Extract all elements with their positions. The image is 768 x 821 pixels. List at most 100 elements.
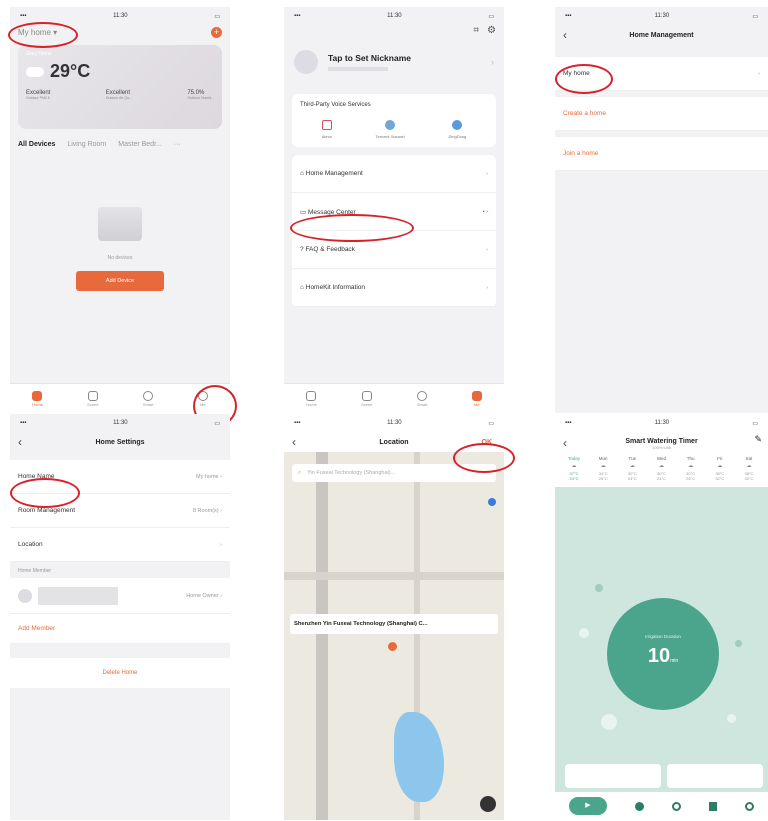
location-pin-icon bbox=[388, 642, 397, 651]
home-icon bbox=[32, 390, 43, 401]
member-name-redacted bbox=[38, 586, 118, 605]
stat: 75.0% Outdoor Humid... bbox=[187, 90, 214, 100]
voice-service-dingdong[interactable]: DingDong bbox=[448, 120, 466, 139]
tab-home[interactable]: Home bbox=[32, 390, 43, 407]
scene-icon bbox=[87, 390, 98, 401]
empty-text: No devices bbox=[107, 255, 133, 261]
temperature: 29°C bbox=[50, 61, 91, 81]
tab-living-room[interactable]: Living Room bbox=[67, 141, 106, 148]
map-view[interactable]: ⌕ Yin Fuxeai Technology (Shanghai)... She… bbox=[284, 452, 504, 820]
add-member-link[interactable]: Add Member bbox=[10, 614, 230, 644]
screen-home: ▪▪▪ 11:30 ▭ My home ▾ + Grey Home 29°C Exc… bbox=[10, 7, 230, 413]
profile-header[interactable]: Tap to Set Nickname › bbox=[284, 36, 504, 88]
section-header: Home Member bbox=[18, 568, 52, 574]
delete-home-button[interactable]: Delete Home bbox=[10, 658, 230, 688]
tab-master-bedroom[interactable]: Master Bedr... bbox=[118, 141, 162, 148]
battery-icon: ▭ bbox=[488, 420, 494, 427]
settings-icon[interactable] bbox=[745, 801, 754, 811]
back-icon[interactable]: ‹ bbox=[563, 28, 567, 42]
forecast-day: Tue ☁ 30°C 24°C bbox=[627, 456, 637, 481]
settings-icon[interactable]: ⚙ bbox=[487, 25, 496, 36]
signal-icon: ▪▪▪ bbox=[294, 13, 301, 19]
tab-smart[interactable]: Smart bbox=[143, 390, 154, 407]
tab-me[interactable]: Me bbox=[471, 390, 482, 407]
cloud-icon bbox=[385, 120, 396, 130]
highlight-circle bbox=[555, 64, 613, 94]
locate-icon[interactable] bbox=[488, 498, 496, 506]
home-icon bbox=[306, 390, 317, 401]
battery-icon: ▭ bbox=[752, 420, 758, 427]
mode-card[interactable] bbox=[667, 764, 763, 788]
road bbox=[284, 572, 504, 580]
signal-icon: ▪▪▪ bbox=[294, 420, 301, 426]
battery-icon: ▭ bbox=[488, 13, 494, 20]
decor-bubble bbox=[727, 714, 736, 723]
menu-homekit[interactable]: ⌂ HomeKit Information › bbox=[292, 269, 496, 307]
battery-icon: ▭ bbox=[752, 13, 758, 20]
more-icon[interactable]: ··· bbox=[174, 141, 181, 148]
stat: Excellent Outdoor Air Qu... bbox=[105, 90, 132, 100]
homekit-icon: ⌂ bbox=[300, 284, 304, 291]
duration-dial[interactable]: Irrigation Duration 10min bbox=[607, 598, 719, 710]
help-icon: ? bbox=[300, 246, 304, 253]
scan-icon[interactable]: ⌗ bbox=[473, 25, 479, 36]
highlight-circle bbox=[290, 214, 414, 242]
lake bbox=[394, 712, 444, 802]
message-icon: ▭ bbox=[300, 208, 307, 216]
signal-icon: ▪▪▪ bbox=[565, 13, 572, 19]
alexa-icon bbox=[321, 120, 332, 130]
weather-card: Grey Home 29°C Excellent Outdoor PM2.5 Ex… bbox=[18, 45, 222, 129]
menu-home-management[interactable]: ⌂ Home Management › bbox=[292, 155, 496, 193]
forecast-day: Wed ☁ 30°C 24°C bbox=[656, 456, 667, 481]
page-title: Home Settings bbox=[95, 438, 145, 446]
watering-icon[interactable] bbox=[635, 801, 644, 811]
smart-icon bbox=[417, 390, 428, 401]
location-row[interactable]: Location › bbox=[10, 528, 230, 562]
road bbox=[316, 452, 328, 820]
highlight-circle bbox=[8, 22, 78, 48]
decor-bubble bbox=[595, 584, 603, 592]
add-device-button[interactable]: Add Device bbox=[76, 271, 164, 291]
join-home-link[interactable]: Join a home bbox=[555, 137, 768, 171]
avatar bbox=[18, 588, 32, 603]
tab-home[interactable]: Home bbox=[306, 390, 317, 407]
play-button[interactable]: ▶ bbox=[569, 797, 607, 815]
screen-watering-timer: ▪▪▪ 11:30 ▭ ‹ Smart Watering Timer 100% Li… bbox=[555, 414, 768, 820]
mode-card[interactable] bbox=[565, 764, 661, 788]
clock: 11:30 bbox=[387, 13, 402, 19]
voice-service-alexa[interactable]: Alexa bbox=[321, 120, 332, 139]
calendar-icon[interactable] bbox=[709, 801, 717, 811]
voice-services-title: Third-Party Voice Services bbox=[300, 102, 371, 108]
screen-location: ▪▪▪ 11:30 ▭ ‹ Location OK ⌕ Yin Fuxeai Techno… bbox=[284, 414, 504, 820]
forecast-day: Sat ☁ 38°C 32°C bbox=[744, 456, 754, 481]
duration-unit: min bbox=[670, 658, 679, 664]
tab-smart[interactable]: Smart bbox=[417, 390, 428, 407]
avatar bbox=[294, 50, 318, 74]
edit-icon[interactable]: ✎ bbox=[754, 434, 762, 445]
back-icon[interactable]: ‹ bbox=[292, 435, 296, 449]
create-home-link[interactable]: Create a home bbox=[555, 97, 768, 131]
clock: 11:30 bbox=[654, 13, 670, 19]
signal-icon: ▪▪▪ bbox=[20, 13, 27, 19]
screen-home-settings: ▪▪▪ 11:30 ▭ ‹ Home Settings Home Name My hom… bbox=[10, 414, 230, 820]
screen-me: ▪▪▪ 11:30 ▭ ⌗ ⚙ Tap to Set Nickname › Third… bbox=[284, 7, 504, 413]
search-icon: ⌕ bbox=[298, 469, 302, 476]
member-row[interactable]: Home Owner › bbox=[10, 578, 230, 614]
forecast-day: Thu ☁ 30°C 25°C bbox=[686, 456, 696, 481]
back-icon[interactable]: ‹ bbox=[18, 435, 22, 449]
add-icon[interactable]: + bbox=[211, 26, 222, 38]
voice-service-tencent[interactable]: Tencent Xiaowei bbox=[375, 120, 405, 139]
alarm-icon[interactable] bbox=[672, 801, 681, 811]
back-icon[interactable]: ‹ bbox=[563, 436, 567, 450]
highlight-circle bbox=[453, 443, 515, 473]
scene-icon bbox=[361, 390, 372, 401]
tab-all-devices[interactable]: All Devices bbox=[18, 141, 55, 148]
battery-icon: ▭ bbox=[214, 13, 220, 20]
forecast-day: Today ☁ 37°C 24°C bbox=[567, 456, 580, 481]
stat: Excellent Outdoor PM2.5 bbox=[26, 90, 51, 100]
current-location-icon[interactable] bbox=[480, 796, 496, 812]
signal-icon: ▪▪▪ bbox=[565, 420, 572, 426]
smart-icon bbox=[143, 390, 154, 401]
tab-scene[interactable]: Scene bbox=[361, 390, 373, 407]
tab-scene[interactable]: Scene bbox=[87, 390, 99, 407]
